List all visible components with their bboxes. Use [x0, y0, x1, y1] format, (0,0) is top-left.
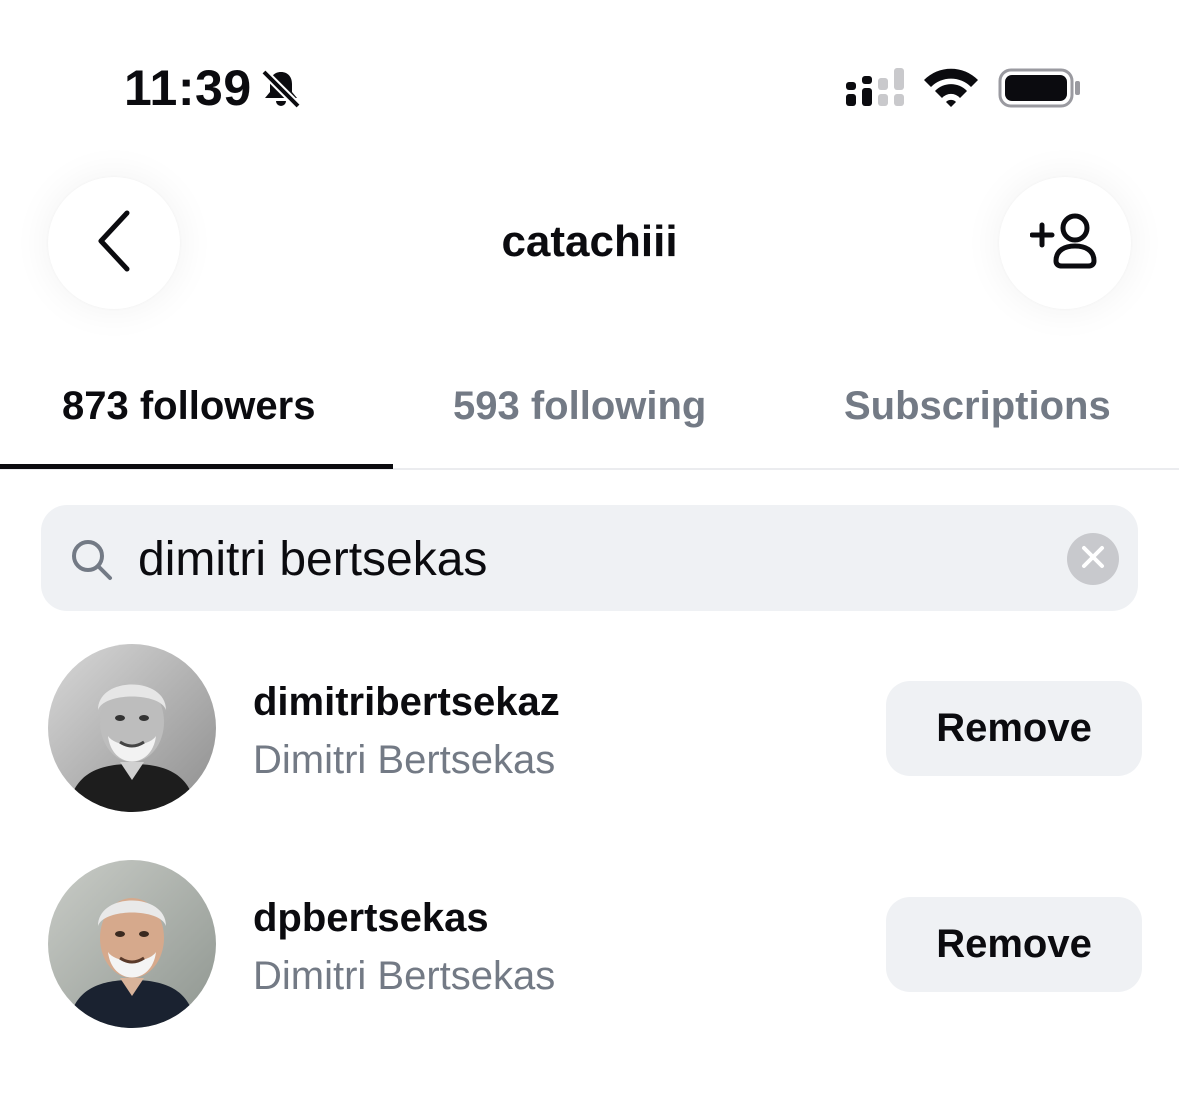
- full-name: Dimitri Bertsekas: [253, 738, 556, 782]
- list-item[interactable]: dpbertsekas Dimitri Bertsekas Remove: [0, 860, 1179, 1030]
- username[interactable]: dimitribertsekaz: [253, 676, 560, 728]
- add-person-button[interactable]: [999, 177, 1131, 309]
- search-value[interactable]: dimitri bertsekas: [138, 531, 487, 589]
- clear-icon: [1081, 545, 1105, 574]
- tab-bar: 873 followers 593 following Subscription…: [0, 370, 1179, 470]
- cellular-signal-icon: [846, 68, 906, 115]
- list-item[interactable]: dimitribertsekaz Dimitri Bertsekas Remov…: [0, 644, 1179, 814]
- add-person-icon: [1029, 211, 1100, 276]
- tab-subscriptions[interactable]: Subscriptions: [844, 380, 1111, 432]
- username[interactable]: dpbertsekas: [253, 892, 489, 944]
- search-icon: [70, 538, 114, 587]
- bell-slash-icon: [258, 66, 304, 117]
- battery-icon: [998, 68, 1082, 113]
- tab-following[interactable]: 593 following: [453, 380, 706, 432]
- avatar[interactable]: [48, 644, 216, 812]
- tab-followers[interactable]: 873 followers: [62, 380, 315, 432]
- wifi-icon: [922, 66, 980, 113]
- clear-search-button[interactable]: [1067, 533, 1119, 585]
- status-time: 11:39: [124, 60, 252, 116]
- full-name: Dimitri Bertsekas: [253, 954, 556, 998]
- remove-button[interactable]: Remove: [886, 681, 1142, 776]
- remove-button[interactable]: Remove: [886, 897, 1142, 992]
- active-tab-indicator: [0, 464, 393, 469]
- avatar[interactable]: [48, 860, 216, 1028]
